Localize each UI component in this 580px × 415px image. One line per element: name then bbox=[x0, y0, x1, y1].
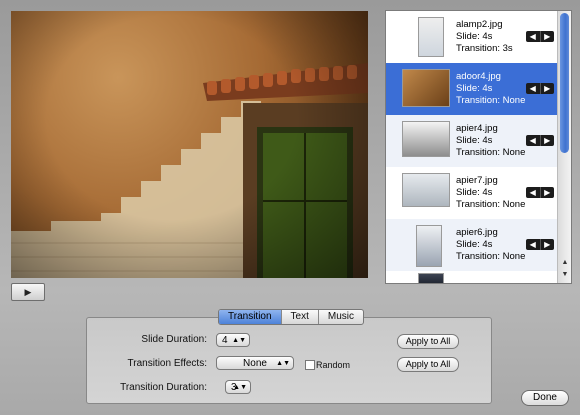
rotate-buttons[interactable]: ◀ ▶ bbox=[526, 83, 554, 94]
slide-meta: apier7.jpg Slide: 4s Transition: None bbox=[456, 175, 525, 211]
slide-transition: Transition: None bbox=[456, 251, 526, 262]
transition-duration-label: Transition Duration: bbox=[120, 382, 207, 393]
tab-transition[interactable]: Transition bbox=[219, 310, 282, 324]
rotate-left-icon[interactable]: ◀ bbox=[526, 31, 541, 42]
rotate-left-icon[interactable]: ◀ bbox=[526, 239, 541, 250]
apply-transition-effects-button[interactable]: Apply to All bbox=[397, 357, 459, 372]
transition-effects-value: None bbox=[243, 358, 267, 369]
rotate-buttons[interactable]: ◀ ▶ bbox=[526, 187, 554, 198]
chevron-updown-icon: ▲▼ bbox=[232, 337, 246, 344]
slide-meta: alamp2.jpg Slide: 4s Transition: 3s bbox=[456, 19, 513, 55]
slide-duration: Slide: 4s bbox=[456, 187, 493, 198]
slide-duration-select[interactable]: 4 ▲▼ bbox=[216, 333, 250, 347]
random-checkbox[interactable] bbox=[305, 360, 315, 370]
scroll-down-icon[interactable]: ▼ bbox=[558, 269, 571, 281]
slide-name: apier7.jpg bbox=[456, 175, 498, 186]
slide-duration-value: 4 bbox=[222, 335, 228, 346]
slide-row[interactable]: apier4.jpg Slide: 4s Transition: None ◀ … bbox=[386, 115, 557, 167]
slide-thumbnail bbox=[402, 121, 450, 157]
rotate-right-icon[interactable]: ▶ bbox=[541, 187, 555, 198]
slide-duration: Slide: 4s bbox=[456, 239, 493, 250]
scrollbar-thumb[interactable] bbox=[560, 13, 569, 153]
slide-transition: Transition: None bbox=[456, 147, 526, 158]
play-icon: ▶ bbox=[24, 286, 32, 297]
slide-thumbnail bbox=[418, 17, 444, 57]
rotate-right-icon[interactable]: ▶ bbox=[541, 83, 555, 94]
slide-thumbnail bbox=[402, 173, 450, 207]
settings-tabs[interactable]: Transition Text Music bbox=[218, 309, 365, 325]
transition-effects-select[interactable]: None ▲▼ bbox=[216, 356, 294, 370]
scroll-up-icon[interactable]: ▲ bbox=[558, 257, 571, 269]
slide-row-partial[interactable] bbox=[386, 271, 557, 283]
rotate-right-icon[interactable]: ▶ bbox=[541, 31, 555, 42]
done-button[interactable]: Done bbox=[521, 390, 569, 406]
slide-list[interactable]: alamp2.jpg Slide: 4s Transition: 3s ◀ ▶ … bbox=[385, 10, 572, 284]
play-button[interactable]: ▶ bbox=[11, 283, 45, 301]
rotate-right-icon[interactable]: ▶ bbox=[541, 239, 555, 250]
slide-duration: Slide: 4s bbox=[456, 31, 493, 42]
slide-row-selected[interactable]: adoor4.jpg Slide: 4s Transition: None ◀ … bbox=[386, 63, 557, 115]
slide-name: apier4.jpg bbox=[456, 123, 498, 134]
slide-thumbnail bbox=[402, 69, 450, 107]
slide-name: alamp2.jpg bbox=[456, 19, 503, 30]
rotate-buttons[interactable]: ◀ ▶ bbox=[526, 239, 554, 250]
chevron-updown-icon: ▲▼ bbox=[233, 384, 247, 391]
slide-name: adoor4.jpg bbox=[456, 71, 501, 82]
rotate-buttons[interactable]: ◀ ▶ bbox=[526, 135, 554, 146]
rotate-left-icon[interactable]: ◀ bbox=[526, 135, 541, 146]
slide-row[interactable]: apier7.jpg Slide: 4s Transition: None ◀ … bbox=[386, 167, 557, 219]
rotate-right-icon[interactable]: ▶ bbox=[541, 135, 555, 146]
slide-thumbnail bbox=[416, 225, 442, 267]
slide-thumbnail bbox=[418, 273, 444, 283]
slide-row[interactable]: alamp2.jpg Slide: 4s Transition: 3s ◀ ▶ bbox=[386, 11, 557, 63]
rotate-buttons[interactable]: ◀ ▶ bbox=[526, 31, 554, 42]
transition-duration-select[interactable]: 3 ▲▼ bbox=[225, 380, 251, 394]
chevron-updown-icon: ▲▼ bbox=[276, 360, 290, 367]
apply-slide-duration-button[interactable]: Apply to All bbox=[397, 334, 459, 349]
slide-meta: apier6.jpg Slide: 4s Transition: None bbox=[456, 227, 525, 263]
slide-meta: adoor4.jpg Slide: 4s Transition: None bbox=[456, 71, 525, 107]
rotate-left-icon[interactable]: ◀ bbox=[526, 187, 541, 198]
slide-transition: Transition: 3s bbox=[456, 43, 513, 54]
list-scrollbar[interactable]: ▲ ▼ bbox=[557, 11, 571, 283]
random-label: Random bbox=[316, 360, 351, 370]
tab-text[interactable]: Text bbox=[282, 310, 319, 324]
slide-meta: apier4.jpg Slide: 4s Transition: None bbox=[456, 123, 525, 159]
slide-preview-image bbox=[11, 11, 368, 278]
slide-name: apier6.jpg bbox=[456, 227, 498, 238]
transition-effects-label: Transition Effects: bbox=[127, 358, 207, 369]
slide-duration: Slide: 4s bbox=[456, 135, 493, 146]
preview-vignette bbox=[11, 11, 368, 278]
rotate-left-icon[interactable]: ◀ bbox=[526, 83, 541, 94]
slide-duration: Slide: 4s bbox=[456, 83, 493, 94]
slide-transition: Transition: None bbox=[456, 95, 526, 106]
slide-transition: Transition: None bbox=[456, 199, 526, 210]
tab-music[interactable]: Music bbox=[319, 310, 363, 324]
slide-duration-label: Slide Duration: bbox=[141, 334, 207, 345]
slide-row[interactable]: apier6.jpg Slide: 4s Transition: None ◀ … bbox=[386, 219, 557, 271]
